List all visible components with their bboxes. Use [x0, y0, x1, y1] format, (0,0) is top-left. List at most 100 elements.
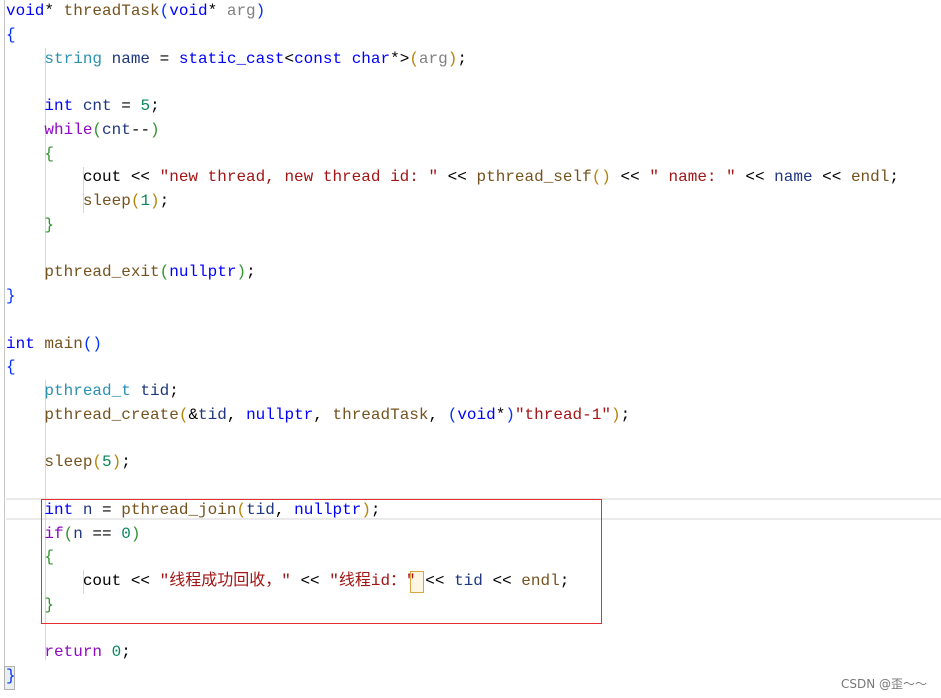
code-token: ,	[428, 405, 448, 424]
code-token: ()	[591, 168, 611, 187]
code-token: ;	[246, 263, 256, 282]
code-token: while	[44, 120, 93, 139]
outline-margin	[4, 0, 5, 690]
code-token: (	[159, 263, 170, 282]
code-line[interactable]	[6, 475, 899, 499]
code-line[interactable]: }	[6, 214, 899, 238]
code-token: static_cast	[178, 49, 285, 68]
code-token: string	[44, 49, 103, 68]
code-line[interactable]	[6, 428, 899, 452]
code-token: )	[150, 120, 160, 139]
annotation-red-box	[41, 499, 602, 624]
code-token: =	[111, 97, 141, 115]
code-token: "thread-1"	[514, 405, 611, 424]
code-line[interactable]: int cnt = 5;	[6, 95, 899, 119]
code-token: <<	[735, 168, 775, 187]
code-token: threadTask	[63, 2, 160, 20]
code-token: void	[169, 2, 208, 20]
code-line[interactable]: {	[6, 24, 899, 48]
code-token: <	[284, 49, 295, 68]
code-line[interactable]	[6, 238, 899, 262]
code-line[interactable]	[6, 309, 899, 333]
code-token: pthread_exit	[44, 263, 160, 282]
code-token: int	[44, 97, 74, 115]
code-token: ;	[150, 97, 160, 115]
watermark: CSDN @歪～～	[840, 677, 927, 691]
code-token: (	[92, 120, 103, 139]
code-line[interactable]: int main()	[6, 333, 899, 357]
code-token: sleep	[82, 192, 131, 210]
code-token: (	[178, 405, 189, 424]
code-token: {	[44, 144, 55, 163]
code-token: (	[92, 453, 103, 472]
code-token: }	[6, 287, 16, 305]
code-token: (	[159, 2, 170, 20]
code-token: =	[150, 49, 179, 68]
code-token: 5	[102, 453, 112, 472]
code-token: ()	[82, 334, 103, 353]
code-token: *	[207, 2, 227, 20]
code-line[interactable]: string name = static_cast<const char*>(a…	[6, 48, 899, 72]
code-token: 1	[140, 192, 151, 210]
code-line[interactable]: while(cnt--)	[6, 119, 899, 143]
code-token: endl	[850, 168, 890, 187]
code-line[interactable]: void* threadTask(void* arg)	[6, 0, 899, 24]
code-line[interactable]: }	[6, 665, 899, 689]
code-line[interactable]: }	[6, 285, 899, 309]
code-token: char	[351, 49, 391, 68]
code-token: threadTask	[332, 405, 429, 424]
code-token: ,	[226, 405, 247, 424]
code-line[interactable]: sleep(1);	[6, 190, 899, 214]
code-line[interactable]: {	[6, 143, 899, 167]
code-token: arg	[226, 2, 256, 20]
code-token: {	[6, 25, 16, 44]
code-token: sleep	[44, 453, 93, 472]
code-token: )	[111, 453, 122, 472]
code-line[interactable]: pthread_create(&tid, nullptr, threadTask…	[6, 404, 899, 428]
code-token: tid	[140, 382, 170, 400]
code-token: pthread_create	[44, 405, 179, 424]
code-editor[interactable]: void* threadTask(void* arg){ string name…	[0, 0, 941, 698]
code-line[interactable]: return 0;	[6, 641, 899, 665]
code-token: ;	[457, 49, 467, 68]
code-line[interactable]: pthread_exit(nullptr);	[6, 261, 899, 285]
code-token: "new thread, new thread id: "	[159, 168, 439, 187]
code-line[interactable]	[6, 71, 899, 95]
code-token: void	[6, 2, 45, 20]
code-token: nullptr	[246, 405, 314, 424]
code-line[interactable]: cout << "new thread, new thread id: " <<…	[6, 166, 899, 190]
code-token: name	[111, 49, 151, 68]
code-token: return	[44, 643, 103, 662]
code-token: )	[150, 192, 160, 210]
code-token: ;	[169, 382, 179, 400]
code-token: &	[188, 405, 199, 424]
code-token: arg	[418, 49, 448, 68]
code-token: void	[457, 405, 496, 424]
code-token: 0	[111, 643, 122, 662]
code-token: name	[774, 168, 813, 187]
code-token: ;	[121, 453, 131, 472]
code-token: cnt	[82, 97, 112, 115]
code-line[interactable]: sleep(5);	[6, 451, 899, 475]
code-token: (	[409, 49, 419, 68]
code-token: --	[130, 120, 151, 139]
code-line[interactable]: pthread_t tid;	[6, 380, 899, 404]
code-token: )	[236, 263, 247, 282]
code-token: ;	[889, 168, 899, 187]
code-token: (	[130, 192, 141, 210]
code-token: <<	[610, 168, 650, 187]
code-token: (	[447, 405, 458, 424]
code-line[interactable]: {	[6, 356, 899, 380]
